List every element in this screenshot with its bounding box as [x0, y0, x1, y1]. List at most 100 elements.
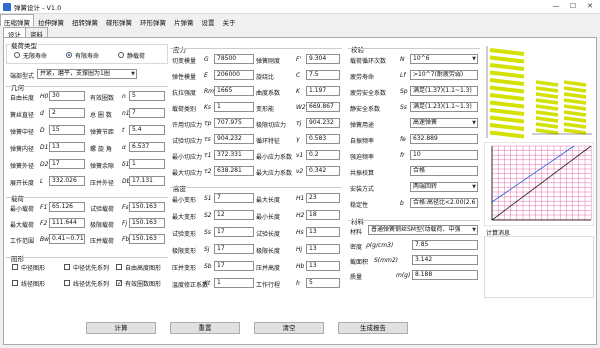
end-type-select[interactable]: 并紧，磨平，支撑圈为1圈 ▼	[37, 69, 137, 79]
stress-label-5: 试验切应力	[172, 138, 203, 145]
stress-field-6[interactable]: 372.331	[214, 150, 254, 160]
height-field-1[interactable]: 12	[214, 210, 254, 220]
check-field-3[interactable]: 满足(1.23)(1.1~1.3)	[410, 102, 478, 112]
check-field-8[interactable]: 两端回转 ▼	[410, 182, 478, 192]
area-symbol: S(mm2)	[374, 257, 398, 264]
check-field-4[interactable]: 高速弹簧 ▼	[410, 118, 478, 128]
load-field2-0[interactable]: 150.163	[129, 202, 165, 212]
stress-field2-1[interactable]: 7.5	[306, 70, 340, 80]
check-field-9[interactable]: 合格:高径比<2.00(2.6	[410, 198, 478, 208]
menu-item-1[interactable]: 拉伸弹簧	[34, 14, 68, 27]
stress-field-1[interactable]: 206000	[214, 70, 254, 80]
load-field2-1[interactable]: 150.163	[129, 218, 165, 228]
height-field-0[interactable]: 7	[214, 193, 254, 203]
material-select[interactable]: 普通弹簧钢丝SM型(动载荷、中强 ▼	[368, 225, 478, 235]
load-type-radio-2[interactable]	[118, 52, 124, 58]
height-field-2[interactable]: 17	[214, 227, 254, 237]
height-field2-5[interactable]: 5	[306, 278, 340, 288]
height-divider	[170, 187, 342, 188]
drawing-checkbox-1[interactable]	[64, 264, 70, 270]
density-field[interactable]: 7.85	[412, 240, 478, 250]
height-symbol2-3: Hj	[296, 246, 303, 253]
stress-field-4[interactable]: 707.975	[214, 118, 254, 128]
menu-item-0[interactable]: 压缩弹簧	[0, 14, 34, 27]
clear-button[interactable]: 清空	[254, 322, 324, 334]
load-type-radio-1[interactable]	[66, 52, 72, 58]
height-field-4[interactable]: 17	[214, 261, 254, 271]
geometry-field-1[interactable]: 2	[49, 108, 85, 118]
stress-field-2[interactable]: 1665	[214, 86, 254, 96]
height-label2-0: 最大长度	[256, 197, 281, 204]
drawing-checkbox-2[interactable]	[116, 264, 122, 270]
reset-button[interactable]: 重置	[170, 322, 240, 334]
geometry-field-0[interactable]: 30	[49, 91, 85, 101]
load-symbol-1: F2	[40, 220, 48, 227]
geometry-field-4[interactable]: 17	[49, 159, 85, 169]
stress-field2-4[interactable]: 904.232	[306, 118, 340, 128]
check-field-6[interactable]: 10	[410, 150, 478, 160]
load-field-0[interactable]: 65.126	[49, 202, 85, 212]
minimize-button[interactable]: —	[548, 1, 564, 12]
stress-field2-3[interactable]: 669.867	[306, 102, 340, 112]
load-field2-2[interactable]: 150.163	[129, 234, 165, 244]
spring-type-tabs: 压缩弹簧 拉伸弹簧 扭转弹簧 碟形弹簧 环形弹簧 片弹簧 设置 关于	[0, 14, 600, 27]
drawing-checkbox-4[interactable]	[64, 280, 70, 286]
geometry-field2-1[interactable]: 7	[129, 108, 165, 118]
stress-field2-6[interactable]: 0.2	[306, 150, 340, 160]
check-field-5[interactable]: 632.889	[410, 134, 478, 144]
check-field-7[interactable]: 合格	[410, 166, 478, 176]
check-field-1[interactable]: >10^7(耐疲劳弱)	[410, 70, 478, 80]
geometry-field2-4[interactable]: 1	[129, 159, 165, 169]
stress-field-0[interactable]: 78500	[214, 54, 254, 64]
stress-field-5[interactable]: 904.232	[214, 134, 254, 144]
height-field-3[interactable]: 17	[214, 244, 254, 254]
menu-item-7[interactable]: 关于	[219, 14, 240, 27]
area-field[interactable]: 3.142	[412, 255, 478, 265]
check-field-2[interactable]: 满足(1.37)(1.1~1.3)	[410, 86, 478, 96]
spring-coil	[489, 63, 525, 71]
stress-field2-7[interactable]: 0.342	[306, 166, 340, 176]
geometry-field2-5[interactable]: 17.131	[129, 176, 165, 186]
menu-item-5[interactable]: 片弹簧	[170, 14, 198, 27]
menu-item-4[interactable]: 环形弹簧	[136, 14, 170, 27]
height-field2-4[interactable]: 13	[306, 261, 340, 271]
menu-item-2[interactable]: 扭转弹簧	[68, 14, 102, 27]
load-type-radio-0[interactable]	[14, 52, 20, 58]
menu-item-6[interactable]: 设置	[198, 14, 219, 27]
generate-report-button[interactable]: 生成报告	[338, 322, 408, 334]
height-field2-0[interactable]: 23	[306, 193, 340, 203]
geometry-field-2[interactable]: 15	[49, 125, 85, 135]
stress-field2-0[interactable]: 9.304	[306, 54, 340, 64]
menu-item-3[interactable]: 碟形弹簧	[102, 14, 136, 27]
stress-field-3[interactable]: 1	[214, 102, 254, 112]
height-field2-1[interactable]: 18	[306, 210, 340, 220]
height-field2-3[interactable]: 13	[306, 244, 340, 254]
height-symbol2-1: H2	[296, 212, 305, 219]
stress-field2-2[interactable]: 1.197	[306, 86, 340, 96]
drawing-checkbox-3[interactable]	[12, 280, 18, 286]
spring-coil	[489, 70, 525, 79]
drawing-checkbox-0[interactable]	[12, 264, 18, 270]
mass-field[interactable]: 8.188	[412, 270, 478, 280]
check-field-0[interactable]: 10^6 ▼	[410, 54, 478, 64]
end-type-value: 并紧，磨平，支撑圈为1圈	[40, 70, 110, 77]
geometry-field2-3[interactable]: 6.537	[129, 142, 165, 152]
geometry-field2-0[interactable]: 5	[129, 91, 165, 101]
height-field2-2[interactable]: 13	[306, 227, 340, 237]
load-field-1[interactable]: 111.644	[49, 218, 85, 228]
geometry-field2-2[interactable]: 5.4	[129, 125, 165, 135]
stress-symbol2-2: K	[296, 88, 300, 95]
stress-field2-5[interactable]: 0.583	[306, 134, 340, 144]
stress-label2-5: 循环特征	[256, 138, 281, 145]
maximize-button[interactable]: ☐	[565, 1, 581, 12]
geometry-field-5[interactable]: 332.026	[49, 176, 85, 186]
load-type-option-1: 有限寿命	[75, 53, 100, 60]
geometry-field-3[interactable]: 13	[49, 142, 85, 152]
drawing-checkbox-5[interactable]: ✓	[116, 280, 122, 287]
geometry-symbol2-0: n	[122, 93, 126, 100]
load-field-2[interactable]: 0.41~0.71	[49, 234, 85, 244]
calculate-button[interactable]: 计算	[86, 322, 156, 334]
height-field-5[interactable]: 1	[214, 278, 254, 288]
close-button[interactable]: ✕	[582, 1, 598, 12]
stress-field-7[interactable]: 638.281	[214, 166, 254, 176]
